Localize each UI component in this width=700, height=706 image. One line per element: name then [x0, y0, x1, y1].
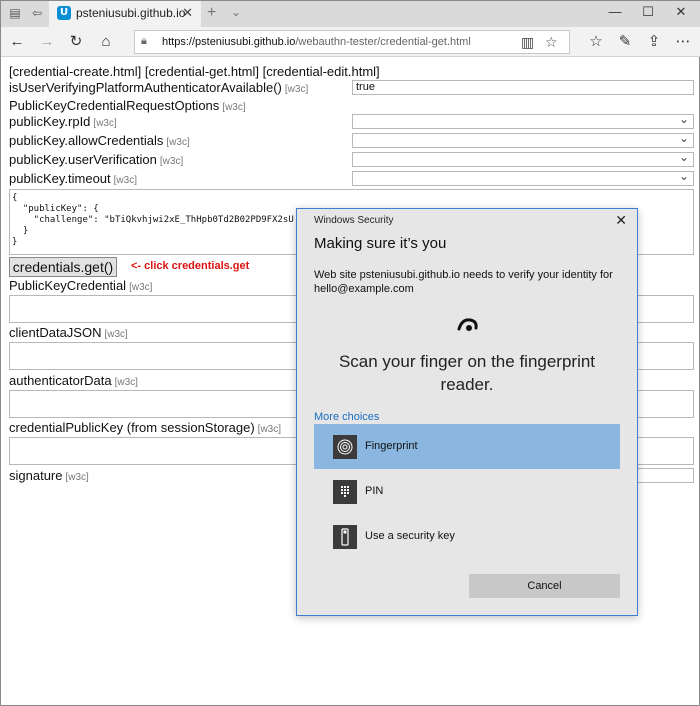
w3c-link[interactable]: [w3c]: [160, 156, 183, 167]
allow-credentials-select[interactable]: ⌄: [352, 131, 694, 148]
public-key-label: credentialPublicKey (from sessionStorage…: [9, 420, 282, 435]
close-icon[interactable]: ✕: [615, 212, 627, 229]
chevron-down-icon: ⌄: [678, 112, 689, 126]
home-icon[interactable]: ⌂: [96, 32, 116, 52]
choice-fingerprint[interactable]: Fingerprint: [314, 424, 620, 469]
tab-actions-icon[interactable]: ▤: [7, 5, 23, 21]
back-icon[interactable]: ←: [7, 32, 27, 52]
choice-security-key[interactable]: Use a security key: [314, 514, 620, 559]
address-bar[interactable]: 🔒︎ https://psteniusubi.github.io/webauth…: [134, 30, 570, 54]
site-favicon-icon: U: [57, 6, 71, 20]
credentials-get-button[interactable]: credentials.get(): [9, 257, 117, 277]
close-window-icon[interactable]: ✕: [671, 4, 691, 20]
tab-title: psteniusubi.github.io: [76, 6, 186, 20]
lock-icon: 🔒︎: [141, 35, 147, 47]
allow-credentials-label: publicKey.allowCredentials [w3c]: [9, 133, 190, 148]
favorite-star-icon[interactable]: ☆: [545, 34, 558, 51]
tab-strip: ▤ ⇦ U psteniusubi.github.io ✕ + ⌄ — ☐ ✕: [1, 1, 700, 27]
forward-icon[interactable]: →: [37, 32, 57, 52]
set-tabs-aside-icon[interactable]: ⇦: [29, 5, 45, 21]
more-choices-link[interactable]: More choices: [314, 411, 379, 423]
refresh-icon[interactable]: ↻: [66, 32, 86, 52]
click-hint: <- click credentials.get: [131, 260, 250, 272]
w3c-link[interactable]: [w3c]: [222, 102, 245, 113]
minimize-icon[interactable]: —: [605, 4, 625, 19]
uvpa-value: true: [352, 80, 694, 95]
w3c-link[interactable]: [w3c]: [114, 175, 137, 186]
options-label: PublicKeyCredentialRequestOptions [w3c]: [9, 98, 246, 113]
cancel-button[interactable]: Cancel: [469, 574, 620, 598]
navigation-bar: ← → ↻ ⌂ 🔒︎ https://psteniusubi.github.io…: [1, 27, 700, 57]
signature-label: signature [w3c]: [9, 468, 89, 483]
dialog-title: Making sure it’s you: [314, 235, 447, 252]
timeout-label: publicKey.timeout [w3c]: [9, 171, 137, 186]
fingerprint-icon: [333, 435, 357, 459]
maximize-icon[interactable]: ☐: [638, 4, 658, 20]
new-tab-icon[interactable]: +: [207, 4, 216, 22]
more-icon[interactable]: ⋯: [673, 32, 693, 52]
w3c-link[interactable]: [w3c]: [104, 329, 127, 340]
w3c-link[interactable]: [w3c]: [65, 472, 88, 483]
w3c-link[interactable]: [w3c]: [166, 137, 189, 148]
page-links[interactable]: [credential-create.html] [credential-get…: [9, 64, 380, 79]
rpid-select[interactable]: ⌄: [352, 112, 694, 129]
uvpa-label: isUserVerifyingPlatformAuthenticatorAvai…: [9, 80, 309, 95]
fingerprint-sensor-icon: [457, 318, 478, 331]
w3c-link[interactable]: [w3c]: [93, 118, 116, 129]
user-verification-select[interactable]: ⌄: [352, 150, 694, 167]
choice-label: PIN: [365, 485, 384, 497]
authenticator-data-label: authenticatorData [w3c]: [9, 373, 138, 388]
w3c-link[interactable]: [w3c]: [129, 282, 152, 293]
client-data-label: clientDataJSON [w3c]: [9, 325, 128, 340]
dialog-message: Web site psteniusubi.github.io needs to …: [314, 269, 613, 295]
close-tab-icon[interactable]: ✕: [182, 5, 193, 21]
chevron-down-icon: ⌄: [678, 150, 689, 164]
pen-icon[interactable]: ✎: [615, 32, 635, 52]
security-key-icon: [333, 525, 357, 549]
url-text: https://psteniusubi.github.io/webauthn-t…: [162, 36, 471, 48]
choice-label: Use a security key: [365, 530, 455, 542]
credential-label: PublicKeyCredential [w3c]: [9, 278, 153, 293]
timeout-select[interactable]: ⌄: [352, 169, 694, 186]
windows-security-dialog: Windows Security ✕ Making sure it’s you …: [296, 208, 638, 616]
w3c-link[interactable]: [w3c]: [258, 424, 281, 435]
choice-label: Fingerprint: [365, 440, 418, 452]
w3c-link[interactable]: [w3c]: [285, 84, 308, 95]
chevron-down-icon: ⌄: [678, 131, 689, 145]
keypad-icon: [333, 480, 357, 504]
w3c-link[interactable]: [w3c]: [115, 377, 138, 388]
reading-view-icon[interactable]: ▥: [521, 34, 534, 51]
dialog-caption: Windows Security: [314, 215, 394, 226]
tab-active[interactable]: U psteniusubi.github.io ✕: [49, 1, 201, 27]
choice-pin[interactable]: PIN: [314, 469, 620, 514]
chevron-down-icon: ⌄: [678, 169, 689, 183]
browser-window: ▤ ⇦ U psteniusubi.github.io ✕ + ⌄ — ☐ ✕ …: [0, 0, 700, 706]
share-icon[interactable]: ⇪: [644, 32, 664, 52]
user-verification-label: publicKey.userVerification [w3c]: [9, 152, 184, 167]
favorites-icon[interactable]: ☆: [586, 32, 606, 52]
scan-instruction: Scan your finger on the fingerprint read…: [338, 352, 596, 394]
rpid-label: publicKey.rpId [w3c]: [9, 114, 117, 129]
chevron-down-icon[interactable]: ⌄: [231, 5, 241, 19]
